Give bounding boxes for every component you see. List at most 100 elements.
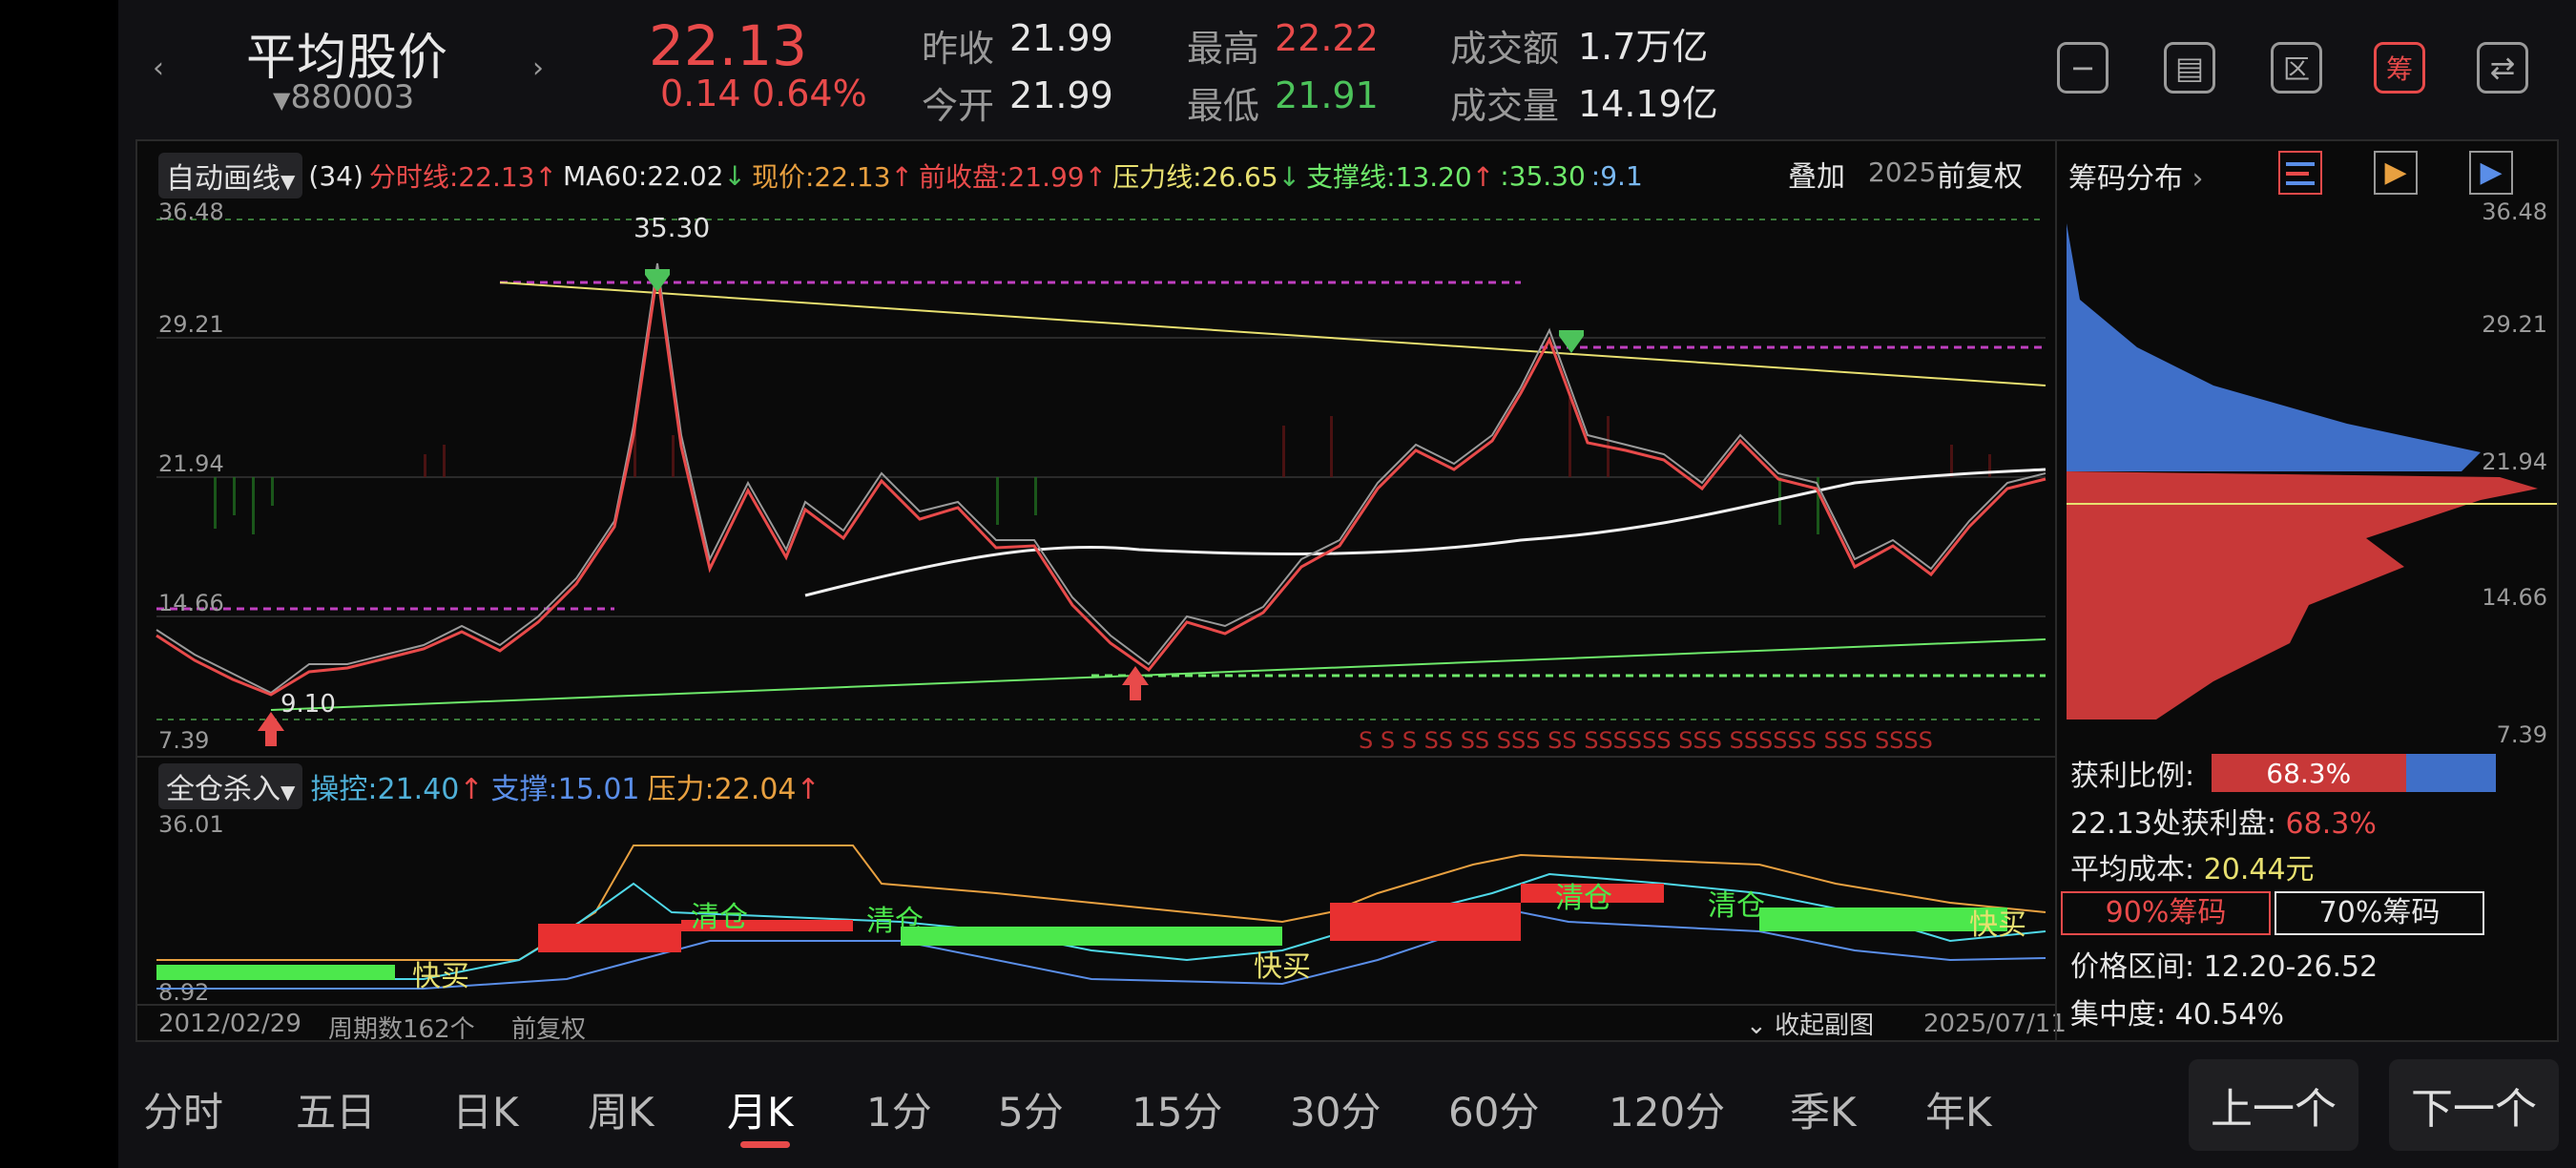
current-value: 现价:22.13↑: [751, 161, 914, 193]
intraday-line: [156, 272, 2046, 697]
volume-label: 成交量: [1450, 85, 1560, 127]
control-value: 操控:21.40↑: [310, 773, 484, 806]
chip-y-tick: 29.21: [2482, 311, 2547, 338]
chevron-down-icon: ⌄: [1746, 1012, 1767, 1040]
chip-panel-divider: [2055, 141, 2057, 1040]
chip-panel-title[interactable]: 筹码分布 ›: [2068, 155, 2204, 197]
chip-view-bars-icon[interactable]: [2278, 151, 2322, 195]
sell-signal-markers: S S S SS SS SSS SS SSSSSS SSS SSSSSS SSS…: [1359, 727, 1933, 754]
signal-label: 快买: [1254, 950, 1311, 984]
chip-distribution-chart: [2067, 223, 2557, 720]
turnover-value: 1.7万亿: [1578, 26, 1709, 68]
rotate-screen-icon[interactable]: ⇄: [2477, 42, 2528, 94]
tab-quarterly[interactable]: 季K: [1790, 1080, 1857, 1138]
signal-label: 清仓: [691, 901, 748, 934]
tab-15min[interactable]: 15分: [1132, 1080, 1222, 1138]
tab-5min[interactable]: 5分: [998, 1080, 1064, 1138]
support-value: 支撑:15.01: [490, 773, 640, 806]
signal-label: 清仓: [866, 905, 924, 938]
current-price: 22.13: [649, 13, 808, 78]
tab-30min[interactable]: 30分: [1290, 1080, 1381, 1138]
subchart-toolbar: 全仓杀入▼ 操控:21.40↑ 支撑:15.01 压力:22.04↑: [158, 763, 821, 809]
open-label: 今开: [922, 85, 995, 127]
sell-arrow-icon: [645, 269, 670, 292]
start-date: 2012/02/29: [158, 1010, 301, 1038]
overlay-button[interactable]: 叠加: [1788, 153, 1845, 195]
pressure-line-value: 压力线:26.65↓: [1112, 161, 1301, 193]
signal-label: 快买: [412, 960, 469, 993]
extra-value-2: :9.1: [1590, 159, 1643, 192]
y-tick: 21.94: [158, 450, 224, 477]
kline-chart[interactable]: 35.30 9.10 S S S SS SS SSS SS SSSSSS SSS…: [137, 197, 2055, 754]
adjust-button[interactable]: 前复权: [1937, 153, 2023, 195]
chip-y-tick: 7.39: [2496, 721, 2547, 748]
draw-icon[interactable]: ▤: [2164, 42, 2215, 94]
chip-90-button[interactable]: 90%筹码: [2061, 891, 2271, 935]
low-price-label: 9.10: [280, 690, 336, 719]
prev-close-label: 昨收: [922, 28, 995, 70]
peak-price-label: 35.30: [634, 212, 710, 243]
buy-arrow-icon-2: [1122, 666, 1149, 700]
period-count: 周期数162个: [328, 1015, 475, 1044]
prev-close-value: 21.99: [1009, 17, 1113, 59]
next-stock-button[interactable]: 下一个: [2389, 1059, 2559, 1151]
signal-label: 清仓: [1708, 889, 1765, 923]
profit-ratio-label: 获利比例:: [2070, 760, 2195, 793]
tab-daily[interactable]: 日K: [452, 1080, 519, 1138]
high-label: 最高: [1187, 28, 1260, 70]
subchart-divider: [137, 756, 2055, 758]
volume-value: 14.19亿: [1578, 83, 1718, 125]
range-icon[interactable]: 区: [2271, 42, 2322, 94]
indicator-toolbar: 自动画线▼ (34) 分时线:22.13↑ MA60:22.02↓ 现价:22.…: [158, 153, 1643, 198]
active-tab-indicator: [740, 1141, 790, 1148]
open-value: 21.99: [1009, 74, 1113, 116]
chip-view-blue-icon[interactable]: ▶: [2469, 151, 2513, 195]
period-label: (34): [308, 159, 364, 192]
signal-label: 清仓: [1555, 882, 1612, 915]
profit-ratio-fill: 68.3%: [2212, 754, 2406, 792]
collapse-subchart-button[interactable]: ⌄ 收起副图: [1746, 1006, 1874, 1041]
stock-code[interactable]: ▼880003: [273, 78, 414, 116]
chip-profit-area: [2067, 223, 2481, 471]
chip-loss-area: [2067, 471, 2538, 720]
ma60-value: MA60:22.02↓: [562, 159, 746, 192]
chip-y-tick: 14.66: [2482, 584, 2547, 611]
left-black-bar: [0, 0, 118, 1168]
chip-icon[interactable]: 筹: [2374, 42, 2425, 94]
macd-bars: [214, 397, 1991, 534]
sell-arrow-icon-2: [1559, 330, 1584, 353]
tab-intraday[interactable]: 分时: [143, 1080, 223, 1138]
low-label: 最低: [1187, 85, 1260, 127]
y-tick: 14.66: [158, 590, 224, 616]
tab-weekly[interactable]: 周K: [588, 1080, 654, 1138]
dropdown-arrow-icon: ▼: [280, 781, 296, 803]
chip-70-button[interactable]: 70%筹码: [2275, 891, 2484, 935]
end-date: 2025/07/11: [1923, 1010, 2067, 1038]
prev-stock-arrow-icon[interactable]: ‹: [153, 52, 164, 85]
dropdown-arrow-icon: ▼: [280, 170, 296, 193]
auto-draw-dropdown[interactable]: 自动画线▼: [158, 153, 303, 198]
profit-ratio-bar: 68.3%: [2212, 754, 2496, 792]
indicator-dropdown[interactable]: 全仓杀入▼: [158, 763, 303, 809]
tab-monthly[interactable]: 月K: [727, 1080, 794, 1138]
price-change-pct: 0.64%: [752, 73, 867, 115]
chip-y-tick: 21.94: [2482, 448, 2547, 475]
prev-stock-button[interactable]: 上一个: [2189, 1059, 2358, 1151]
minimize-icon[interactable]: −: [2057, 42, 2109, 94]
tab-yearly[interactable]: 年K: [1925, 1080, 1992, 1138]
support-line-value: 支撑线:13.20↑: [1306, 161, 1495, 193]
y-tick: 36.48: [158, 198, 224, 225]
turnover-label: 成交额: [1450, 28, 1560, 70]
tab-five-day[interactable]: 五日: [296, 1080, 376, 1138]
chip-y-tick: 36.48: [2482, 198, 2547, 225]
footer-adjust: 前复权: [511, 1015, 587, 1044]
tab-60min[interactable]: 60分: [1448, 1080, 1539, 1138]
pressure-value: 压力:22.04↑: [647, 773, 821, 806]
chevron-right-icon: ›: [2192, 162, 2204, 196]
chip-view-fire-icon[interactable]: ▶: [2374, 151, 2418, 195]
next-stock-arrow-icon[interactable]: ›: [532, 52, 544, 85]
average-cost: 平均成本: 20.44元: [2070, 853, 2315, 886]
extra-value-1: :35.30: [1500, 159, 1586, 192]
tab-1min[interactable]: 1分: [866, 1080, 932, 1138]
tab-120min[interactable]: 120分: [1609, 1080, 1725, 1138]
